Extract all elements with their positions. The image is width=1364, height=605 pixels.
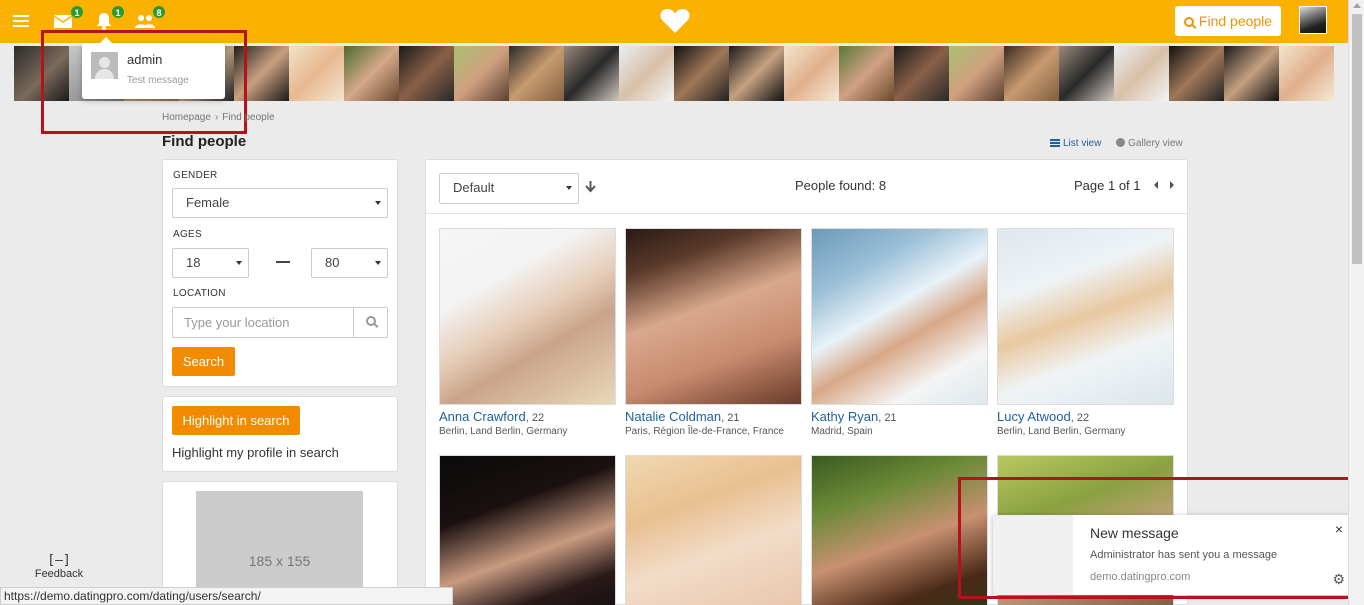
highlight-in-search-button[interactable]: Highlight in search — [172, 406, 300, 435]
view-switcher: List view Gallery view — [1050, 138, 1183, 149]
scrollbar-thumb[interactable] — [1352, 14, 1362, 264]
breadcrumb-home[interactable]: Homepage — [162, 112, 211, 123]
user-age: , 21 — [878, 412, 897, 424]
chevron-down-icon — [375, 261, 381, 265]
user-card[interactable]: Lucy Atwood, 22 Berlin, Land Berlin, Ger… — [997, 228, 1174, 437]
browser-status-url: https://demo.datingpro.com/dating/users/… — [0, 587, 453, 605]
location-placeholder: Type your location — [184, 315, 290, 330]
notifications-bell-icon[interactable]: 1 — [93, 5, 125, 31]
breadcrumb-separator: › — [214, 112, 219, 123]
user-photo[interactable] — [997, 228, 1174, 405]
chevron-down-icon — [566, 186, 572, 190]
user-photo[interactable] — [625, 228, 802, 405]
page-scrollbar[interactable] — [1348, 0, 1364, 605]
user-location: Berlin, Land Berlin, Germany — [997, 426, 1126, 437]
breadcrumb-current: Find people — [222, 112, 275, 123]
heart-logo-icon[interactable] — [660, 8, 690, 39]
search-icon[interactable] — [366, 316, 376, 326]
search-icon — [1183, 17, 1194, 27]
user-card[interactable]: Natalie Coldman, 21 Paris, Région Île-de… — [625, 228, 802, 437]
gender-label: GENDER — [173, 170, 218, 181]
gallery-view-link[interactable]: Gallery view — [1116, 138, 1183, 149]
scroll-up-icon[interactable] — [1353, 3, 1361, 8]
chevron-down-icon — [236, 261, 242, 265]
user-name-link[interactable]: Natalie Coldman — [625, 409, 721, 424]
find-people-button[interactable]: Find people — [1175, 6, 1281, 36]
user-age: , 22 — [1070, 412, 1090, 424]
user-card[interactable] — [625, 455, 802, 605]
pagination: Page 1 of 1 — [1074, 178, 1174, 193]
highlight-frame-toast — [958, 477, 1362, 599]
list-icon — [1050, 139, 1060, 147]
user-avatar[interactable] — [1299, 6, 1327, 34]
user-photo[interactable] — [625, 455, 802, 605]
page-title: Find people — [162, 133, 247, 150]
next-page-icon[interactable] — [1169, 181, 1174, 189]
ages-label: AGES — [173, 229, 202, 240]
input-divider — [353, 308, 354, 337]
user-age: , 21 — [721, 412, 740, 424]
user-location: Paris, Région Île-de-France, France — [625, 426, 784, 437]
location-input[interactable]: Type your location — [172, 307, 388, 338]
gender-select[interactable]: Female — [172, 188, 388, 218]
notifications-badge: 1 — [111, 5, 125, 19]
user-name-link[interactable]: Kathy Ryan — [811, 409, 878, 424]
breadcrumb: Homepage › Find people — [162, 112, 275, 123]
user-card[interactable] — [439, 455, 616, 605]
user-name-link[interactable]: Lucy Atwood — [997, 409, 1071, 424]
chevron-down-icon — [375, 201, 381, 205]
globe-icon — [1116, 138, 1126, 147]
sort-select[interactable]: Default — [439, 173, 579, 204]
user-photo[interactable] — [439, 228, 616, 405]
search-filter-panel: GENDER Female AGES 18 80 LOCATION Type y… — [162, 159, 398, 387]
highlight-description: Highlight my profile in search — [172, 445, 339, 460]
search-button[interactable]: Search — [172, 347, 235, 376]
feedback-label: Feedback — [34, 568, 84, 580]
prev-page-icon[interactable] — [1154, 181, 1159, 189]
location-label: LOCATION — [173, 288, 226, 299]
age-to-select[interactable]: 80 — [311, 248, 388, 278]
user-card[interactable]: Anna Crawford, 22 Berlin, Land Berlin, G… — [439, 228, 616, 437]
feedback-widget[interactable]: [–] Feedback — [0, 553, 118, 580]
list-view-link[interactable]: List view — [1050, 138, 1101, 149]
page-indicator: Page 1 of 1 — [1074, 178, 1141, 193]
friends-badge: 8 — [152, 5, 166, 19]
user-age: , 22 — [525, 412, 545, 424]
age-range-dash — [276, 261, 290, 263]
user-location: Madrid, Spain — [811, 426, 873, 437]
people-found-count: People found: 8 — [795, 178, 887, 193]
user-photo[interactable] — [811, 228, 988, 405]
messages-icon[interactable]: 1 — [52, 5, 84, 31]
user-location: Berlin, Land Berlin, Germany — [439, 426, 568, 437]
messages-badge: 1 — [70, 5, 84, 19]
sort-direction-icon[interactable] — [585, 181, 596, 196]
user-name-link[interactable]: Anna Crawford — [439, 409, 526, 424]
feedback-icon: [–] — [47, 553, 71, 568]
results-divider — [426, 213, 1187, 214]
user-card[interactable]: Kathy Ryan, 21 Madrid, Spain — [811, 228, 988, 437]
age-from-select[interactable]: 18 — [172, 248, 249, 278]
friends-icon[interactable]: 8 — [134, 5, 166, 31]
highlight-panel: Highlight in search Highlight my profile… — [162, 396, 398, 472]
menu-icon[interactable] — [10, 11, 32, 31]
user-photo[interactable] — [439, 455, 616, 605]
